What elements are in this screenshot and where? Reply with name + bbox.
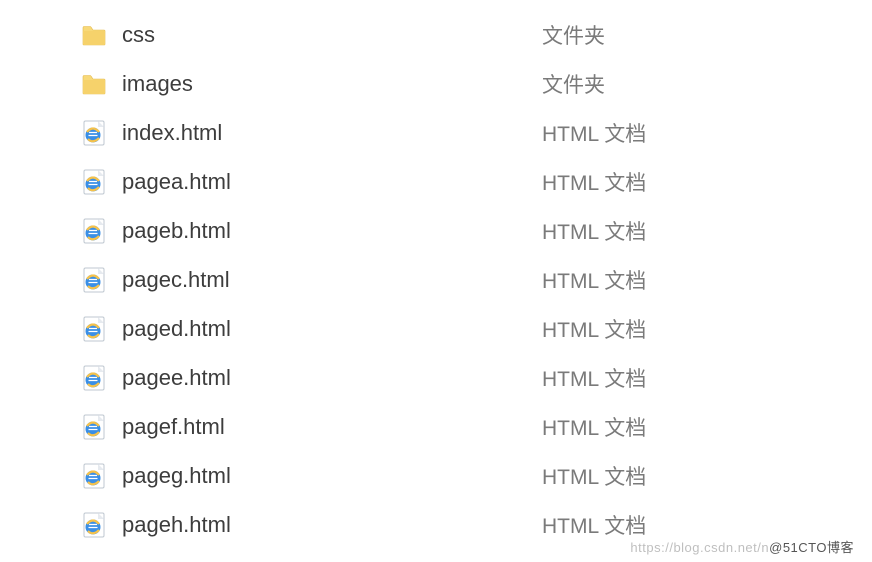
ie-html-icon bbox=[80, 217, 108, 245]
file-type: HTML 文档 bbox=[542, 118, 646, 148]
file-name: images bbox=[122, 71, 542, 97]
file-type: HTML 文档 bbox=[542, 412, 646, 442]
file-row[interactable]: paged.html HTML 文档 bbox=[0, 304, 872, 353]
file-name: index.html bbox=[122, 120, 542, 146]
ie-html-icon bbox=[80, 266, 108, 294]
watermark: https://blog.csdn.net/n@51CTO博客 bbox=[630, 537, 854, 556]
file-name: pageg.html bbox=[122, 463, 542, 489]
file-name: css bbox=[122, 22, 542, 48]
file-name: pagec.html bbox=[122, 267, 542, 293]
file-row[interactable]: pagea.html HTML 文档 bbox=[0, 157, 872, 206]
file-row[interactable]: images 文件夹 bbox=[0, 59, 872, 108]
file-name: pageh.html bbox=[122, 512, 542, 538]
file-type: HTML 文档 bbox=[542, 265, 646, 295]
file-name: pagef.html bbox=[122, 414, 542, 440]
file-type: HTML 文档 bbox=[542, 461, 646, 491]
file-row[interactable]: pageg.html HTML 文档 bbox=[0, 451, 872, 500]
folder-icon bbox=[80, 70, 108, 98]
file-list: css 文件夹 images 文件夹 index.html HTML 文档 bbox=[0, 0, 872, 549]
file-type: HTML 文档 bbox=[542, 510, 646, 540]
ie-html-icon bbox=[80, 119, 108, 147]
file-type: HTML 文档 bbox=[542, 363, 646, 393]
file-name: pagee.html bbox=[122, 365, 542, 391]
file-row[interactable]: pageb.html HTML 文档 bbox=[0, 206, 872, 255]
file-type: 文件夹 bbox=[542, 20, 605, 50]
file-type: 文件夹 bbox=[542, 69, 605, 99]
watermark-dark: @51CTO博客 bbox=[769, 540, 854, 555]
ie-html-icon bbox=[80, 315, 108, 343]
ie-html-icon bbox=[80, 364, 108, 392]
file-row[interactable]: index.html HTML 文档 bbox=[0, 108, 872, 157]
file-type: HTML 文档 bbox=[542, 216, 646, 246]
file-type: HTML 文档 bbox=[542, 167, 646, 197]
file-row[interactable]: pagee.html HTML 文档 bbox=[0, 353, 872, 402]
file-row[interactable]: css 文件夹 bbox=[0, 10, 872, 59]
file-row[interactable]: pagec.html HTML 文档 bbox=[0, 255, 872, 304]
file-type: HTML 文档 bbox=[542, 314, 646, 344]
file-name: pageb.html bbox=[122, 218, 542, 244]
file-name: pagea.html bbox=[122, 169, 542, 195]
file-name: paged.html bbox=[122, 316, 542, 342]
watermark-faint: https://blog.csdn.net/n bbox=[630, 540, 769, 555]
ie-html-icon bbox=[80, 462, 108, 490]
file-row[interactable]: pagef.html HTML 文档 bbox=[0, 402, 872, 451]
ie-html-icon bbox=[80, 511, 108, 539]
folder-icon bbox=[80, 21, 108, 49]
ie-html-icon bbox=[80, 413, 108, 441]
ie-html-icon bbox=[80, 168, 108, 196]
